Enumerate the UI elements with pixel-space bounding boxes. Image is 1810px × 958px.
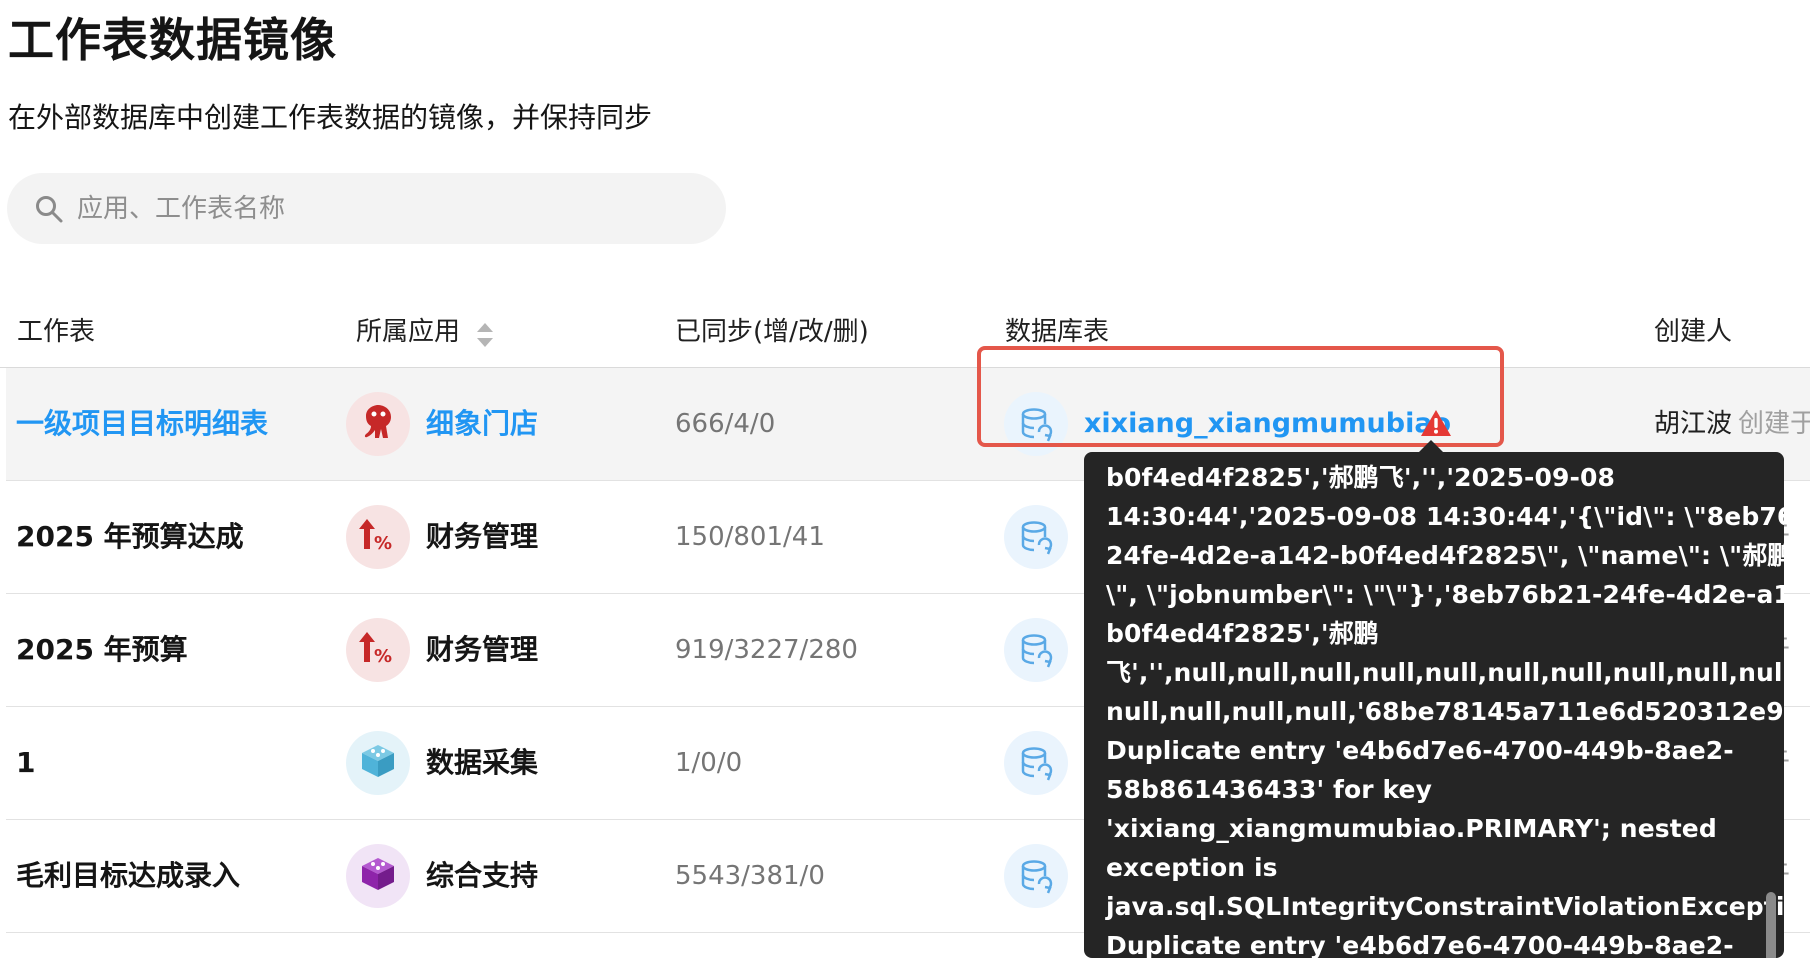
tooltip-line: 24fe-4d2e-a142-b0f4ed4f2825\", \"name\":… <box>1106 541 1784 570</box>
column-header-synced: 已同步(增/改/删) <box>675 317 869 347</box>
tooltip-line: 飞','',null,null,null,null,null,null,null… <box>1106 658 1784 687</box>
cube-stack-icon <box>346 844 410 908</box>
database-icon <box>1004 731 1068 795</box>
page-description: 在外部数据库中创建工作表数据的镜像，并保持同步 <box>8 101 653 134</box>
percent-up-icon: % <box>346 505 410 569</box>
tooltip-line: java.sql.SQLIntegrityConstraintViolation… <box>1106 892 1784 921</box>
column-header-creator: 创建人 <box>1654 317 1733 347</box>
sync-count: 919/3227/280 <box>675 635 858 665</box>
sync-count: 666/4/0 <box>675 409 776 439</box>
tooltip-line: Duplicate entry 'e4b6d7e6-4700-449b-8ae2… <box>1106 736 1734 765</box>
cube-stack-icon <box>346 731 410 795</box>
tooltip-line: exception is <box>1106 853 1278 882</box>
sync-count: 5543/381/0 <box>675 861 825 891</box>
annotation-highlight-box <box>977 346 1504 447</box>
svg-text:%: % <box>374 533 392 554</box>
tooltip-line: null,null,null,null,'68be78145a711e6d520… <box>1106 697 1784 726</box>
svg-text:%: % <box>374 646 392 667</box>
column-header-worksheet: 工作表 <box>17 317 96 347</box>
app-name[interactable]: 财务管理 <box>426 481 538 593</box>
database-icon <box>1004 505 1068 569</box>
tooltip-line: \", \"jobnumber\": \"\"}','8eb76b21-24fe… <box>1106 580 1784 609</box>
tooltip-line: b0f4ed4f2825','郝鹏飞','','2025-09-08 <box>1106 463 1615 492</box>
database-icon <box>1004 844 1068 908</box>
sort-icon[interactable] <box>474 320 496 350</box>
worksheet-name[interactable]: 2025 年预算 <box>16 594 188 706</box>
tooltip-line: 'xixiang_xiangmumubiao.PRIMARY'; nested <box>1106 814 1717 843</box>
tooltip-line: 58b861436433' for key <box>1106 775 1432 804</box>
worksheet-name-link[interactable]: 一级项目目标明细表 <box>16 368 268 480</box>
worksheet-name[interactable]: 1 <box>16 707 35 819</box>
error-tooltip: b0f4ed4f2825','郝鹏飞','','2025-09-08 14:30… <box>1084 452 1784 958</box>
database-icon <box>1004 618 1068 682</box>
page-title: 工作表数据镜像 <box>8 13 337 67</box>
table-header: 工作表 所属应用 已同步(增/改/删) 数据库表 创建人 <box>0 300 1810 368</box>
elephant-icon <box>346 392 410 456</box>
worksheet-name[interactable]: 毛利目标达成录入 <box>16 820 240 932</box>
sync-count: 1/0/0 <box>675 748 743 778</box>
search-icon <box>36 196 63 223</box>
search-input[interactable] <box>71 173 703 244</box>
app-name[interactable]: 数据采集 <box>426 707 538 819</box>
worksheet-mirror-page: 工作表数据镜像 在外部数据库中创建工作表数据的镜像，并保持同步 工作表 所属应用… <box>0 0 1810 958</box>
sync-count: 150/801/41 <box>675 522 825 552</box>
tooltip-line: b0f4ed4f2825','郝鹏 <box>1106 619 1379 648</box>
percent-up-icon: % <box>346 618 410 682</box>
app-name[interactable]: 财务管理 <box>426 594 538 706</box>
app-name[interactable]: 综合支持 <box>426 820 538 932</box>
tooltip-line: Duplicate entry 'e4b6d7e6-4700-449b-8ae2… <box>1106 931 1734 958</box>
tooltip-scrollbar[interactable] <box>1766 892 1776 958</box>
tooltip-line: 14:30:44','2025-09-08 14:30:44','{\"id\"… <box>1106 502 1784 531</box>
app-name-link[interactable]: 细象门店 <box>426 368 538 480</box>
worksheet-name[interactable]: 2025 年预算达成 <box>16 481 244 593</box>
search-box[interactable] <box>7 173 726 244</box>
column-header-app[interactable]: 所属应用 <box>356 300 460 368</box>
